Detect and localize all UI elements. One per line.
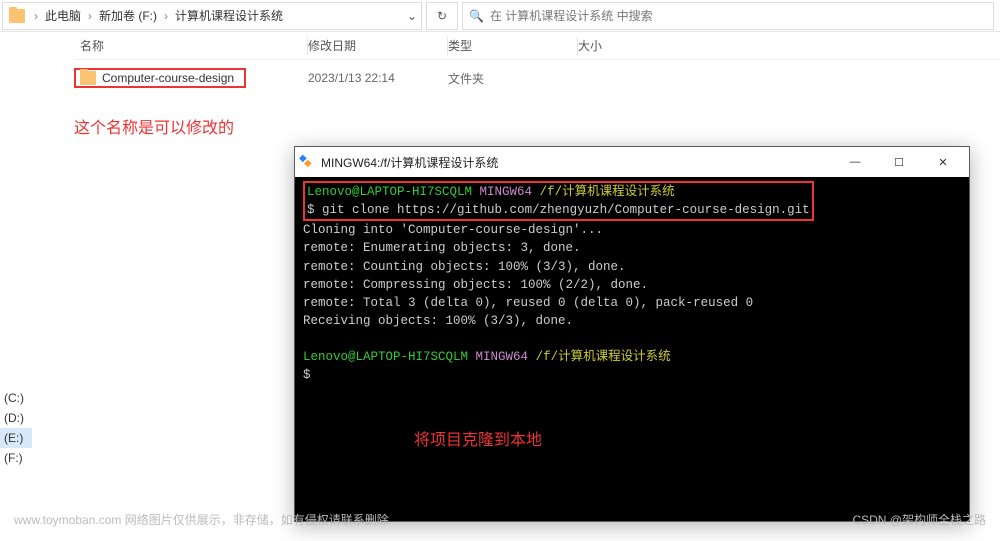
command-highlight: Lenovo@LAPTOP-HI7SCQLM MINGW64 /f/计算机课程设…: [303, 181, 814, 221]
refresh-button[interactable]: ↻: [426, 2, 458, 30]
terminal-output-line: remote: Total 3 (delta 0), reused 0 (del…: [303, 294, 961, 312]
chevron-right-icon[interactable]: ›: [161, 9, 171, 23]
clone-annotation: 将项目克隆到本地: [414, 426, 542, 450]
breadcrumb[interactable]: › 此电脑 › 新加卷 (F:) › 计算机课程设计系统 ⌄: [2, 2, 422, 30]
file-date: 2023/1/13 22:14: [308, 71, 448, 85]
terminal-output-line: remote: Counting objects: 100% (3/3), do…: [303, 258, 961, 276]
file-name-highlighted[interactable]: Computer-course-design: [74, 68, 246, 88]
search-input[interactable]: 🔍 在 计算机课程设计系统 中搜索: [462, 2, 994, 30]
close-button[interactable]: ✕: [921, 148, 965, 177]
crumb-drive[interactable]: 新加卷 (F:): [95, 7, 161, 24]
terminal-titlebar[interactable]: MINGW64:/f/计算机课程设计系统 — ☐ ✕: [295, 147, 969, 177]
terminal-output-line: remote: Enumerating objects: 3, done.: [303, 239, 961, 257]
crumb-folder[interactable]: 计算机课程设计系统: [171, 7, 287, 24]
terminal-output-line: Receiving objects: 100% (3/3), done.: [303, 312, 961, 330]
rename-annotation: 这个名称是可以修改的: [74, 114, 1000, 138]
column-name[interactable]: 名称: [74, 37, 308, 55]
chevron-right-icon[interactable]: ›: [85, 9, 95, 23]
git-clone-command: git clone https://github.com/zhengyuzh/C…: [322, 203, 810, 217]
watermark-right: CSDN @架构师全栈之路: [852, 511, 986, 528]
terminal-body[interactable]: Lenovo@LAPTOP-HI7SCQLM MINGW64 /f/计算机课程设…: [295, 177, 969, 521]
search-icon: 🔍: [469, 9, 484, 23]
drive-d[interactable]: (D:): [0, 408, 32, 428]
drive-list: (C:) (D:) (E:) (F:): [0, 388, 32, 468]
column-date[interactable]: 修改日期: [308, 37, 448, 55]
terminal-title: MINGW64:/f/计算机课程设计系统: [321, 154, 833, 171]
folder-icon: [80, 71, 96, 85]
drive-c[interactable]: (C:): [0, 388, 32, 408]
terminal-window: MINGW64:/f/计算机课程设计系统 — ☐ ✕ Lenovo@LAPTOP…: [294, 146, 970, 522]
chevron-down-icon[interactable]: ⌄: [403, 9, 421, 23]
address-bar: › 此电脑 › 新加卷 (F:) › 计算机课程设计系统 ⌄ ↻ 🔍 在 计算机…: [0, 0, 1000, 32]
column-type[interactable]: 类型: [448, 37, 578, 55]
terminal-output-line: remote: Compressing objects: 100% (2/2),…: [303, 276, 961, 294]
file-type: 文件夹: [448, 70, 578, 87]
watermark-left: www.toymoban.com 网络图片仅供展示，非存储，如有侵权请联系删除: [14, 511, 389, 528]
chevron-right-icon[interactable]: ›: [31, 9, 41, 23]
file-name: Computer-course-design: [102, 71, 234, 85]
minimize-button[interactable]: —: [833, 148, 877, 177]
terminal-prompt: Lenovo@LAPTOP-HI7SCQLM MINGW64 /f/计算机课程设…: [303, 348, 961, 366]
folder-icon: [9, 9, 25, 23]
column-headers: 名称 修改日期 类型 大小: [74, 32, 1000, 60]
drive-f[interactable]: (F:): [0, 448, 32, 468]
terminal-output-line: Cloning into 'Computer-course-design'...: [303, 221, 961, 239]
terminal-cursor-line[interactable]: $: [303, 366, 961, 384]
file-row[interactable]: Computer-course-design 2023/1/13 22:14 文…: [74, 66, 1000, 90]
search-placeholder: 在 计算机课程设计系统 中搜索: [490, 7, 653, 24]
mingw-icon: [299, 154, 315, 170]
crumb-this-pc[interactable]: 此电脑: [41, 7, 85, 24]
maximize-button[interactable]: ☐: [877, 148, 921, 177]
column-size[interactable]: 大小: [578, 37, 678, 54]
drive-e[interactable]: (E:): [0, 428, 32, 448]
